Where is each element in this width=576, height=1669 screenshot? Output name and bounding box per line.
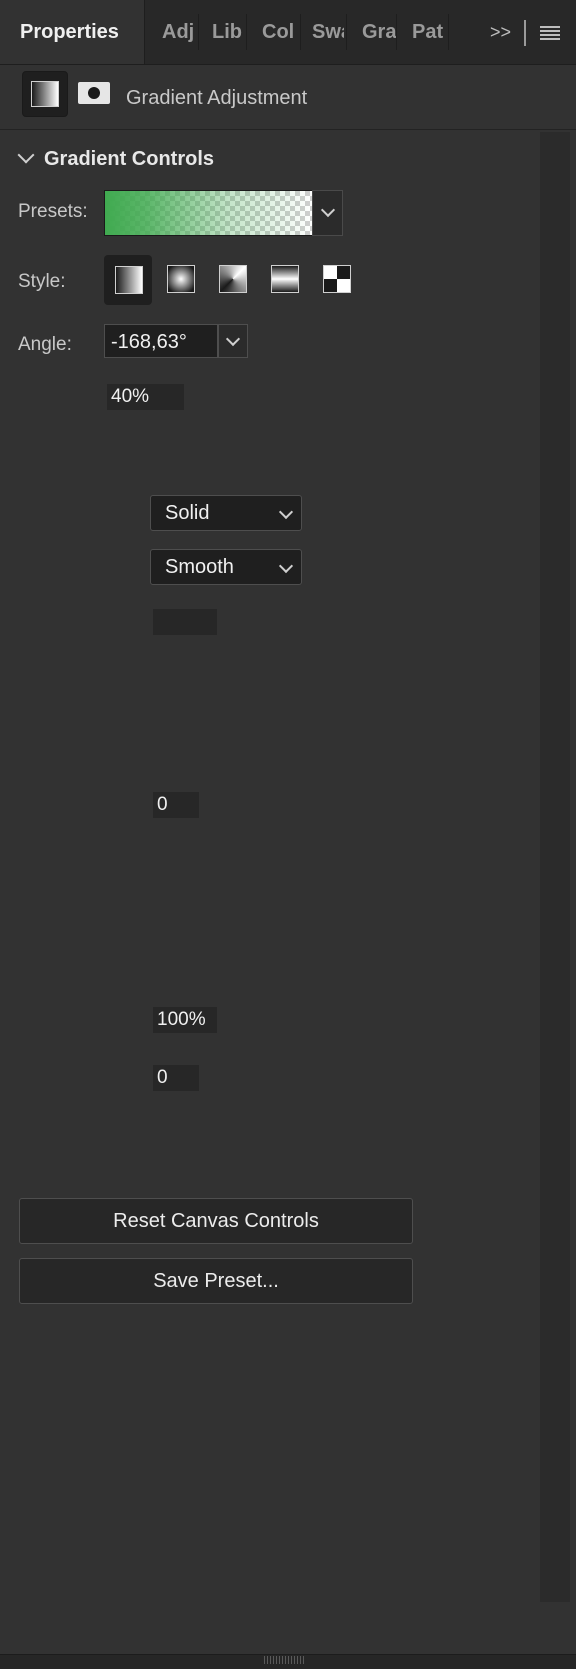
tab-divider xyxy=(448,14,449,50)
mask-button[interactable] xyxy=(74,71,118,115)
tab-patterns[interactable]: Pat xyxy=(412,0,448,64)
section-title: Gradient Controls xyxy=(44,148,215,170)
tab-divider xyxy=(198,14,199,50)
reflected-gradient-icon[interactable] xyxy=(271,265,299,293)
preset-dropdown-button[interactable] xyxy=(312,190,343,236)
tab-divider xyxy=(246,14,247,50)
diamond-gradient-icon[interactable] xyxy=(323,265,351,293)
style-linear-button[interactable] xyxy=(104,255,152,305)
tab-swatches[interactable]: Swa xyxy=(312,0,344,64)
tab-divider xyxy=(346,14,347,50)
tab-divider xyxy=(396,14,397,50)
chevron-down-icon xyxy=(278,558,294,574)
angle-label: Angle: xyxy=(18,334,72,355)
radial-gradient-icon[interactable] xyxy=(167,265,195,293)
chevron-down-icon xyxy=(320,202,336,218)
tab-libraries[interactable]: Lib xyxy=(212,0,246,64)
scale-input[interactable]: 40% xyxy=(107,384,184,410)
tab-overflow-button[interactable]: >> xyxy=(490,22,511,43)
panel-menu-icon[interactable] xyxy=(540,26,560,40)
angle-dropdown-button[interactable] xyxy=(218,324,248,358)
angle-input[interactable]: -168,63° xyxy=(104,324,218,358)
gradient-thumbnail-icon xyxy=(31,81,59,107)
gradient-preset-swatch[interactable] xyxy=(104,190,314,236)
mask-thumbnail-icon xyxy=(78,82,110,104)
properties-header: Gradient Adjustment xyxy=(0,65,576,130)
method-select-value: Solid xyxy=(165,502,210,524)
empty-input[interactable] xyxy=(153,609,217,635)
panel-tab-bar: Properties Adj Lib Col Swa Gra Pat >> xyxy=(0,0,576,65)
tab-gradients[interactable]: Gra xyxy=(362,0,396,64)
save-preset-button[interactable]: Save Preset... xyxy=(19,1258,413,1304)
section-gradient-controls[interactable]: Gradient Controls xyxy=(16,146,215,171)
resize-grip-icon[interactable] xyxy=(264,1656,304,1664)
chevron-down-icon xyxy=(225,331,241,347)
linear-gradient-icon xyxy=(115,266,143,294)
scrollbar-track[interactable] xyxy=(540,132,570,1602)
presets-label: Presets: xyxy=(18,201,88,222)
opacity-input[interactable]: 100% xyxy=(153,1007,217,1033)
method-select[interactable]: Solid xyxy=(150,495,302,531)
value-b-input[interactable]: 0 xyxy=(153,1065,199,1091)
angle-gradient-icon[interactable] xyxy=(219,265,247,293)
value-a-input[interactable]: 0 xyxy=(153,792,199,818)
toolbar-separator xyxy=(524,20,526,46)
tab-color[interactable]: Col xyxy=(262,0,296,64)
smoothness-select-value: Smooth xyxy=(165,556,234,578)
tab-divider xyxy=(300,14,301,50)
reset-canvas-controls-button[interactable]: Reset Canvas Controls xyxy=(19,1198,413,1244)
chevron-down-icon xyxy=(17,146,35,164)
properties-content xyxy=(0,130,540,1600)
chevron-down-icon xyxy=(278,504,294,520)
smoothness-select[interactable]: Smooth xyxy=(150,549,302,585)
style-label: Style: xyxy=(18,271,66,292)
gradient-layer-button[interactable] xyxy=(22,71,68,117)
tab-adjustments[interactable]: Adj xyxy=(162,0,196,64)
tab-properties[interactable]: Properties xyxy=(0,0,145,64)
panel-title: Gradient Adjustment xyxy=(126,87,308,109)
